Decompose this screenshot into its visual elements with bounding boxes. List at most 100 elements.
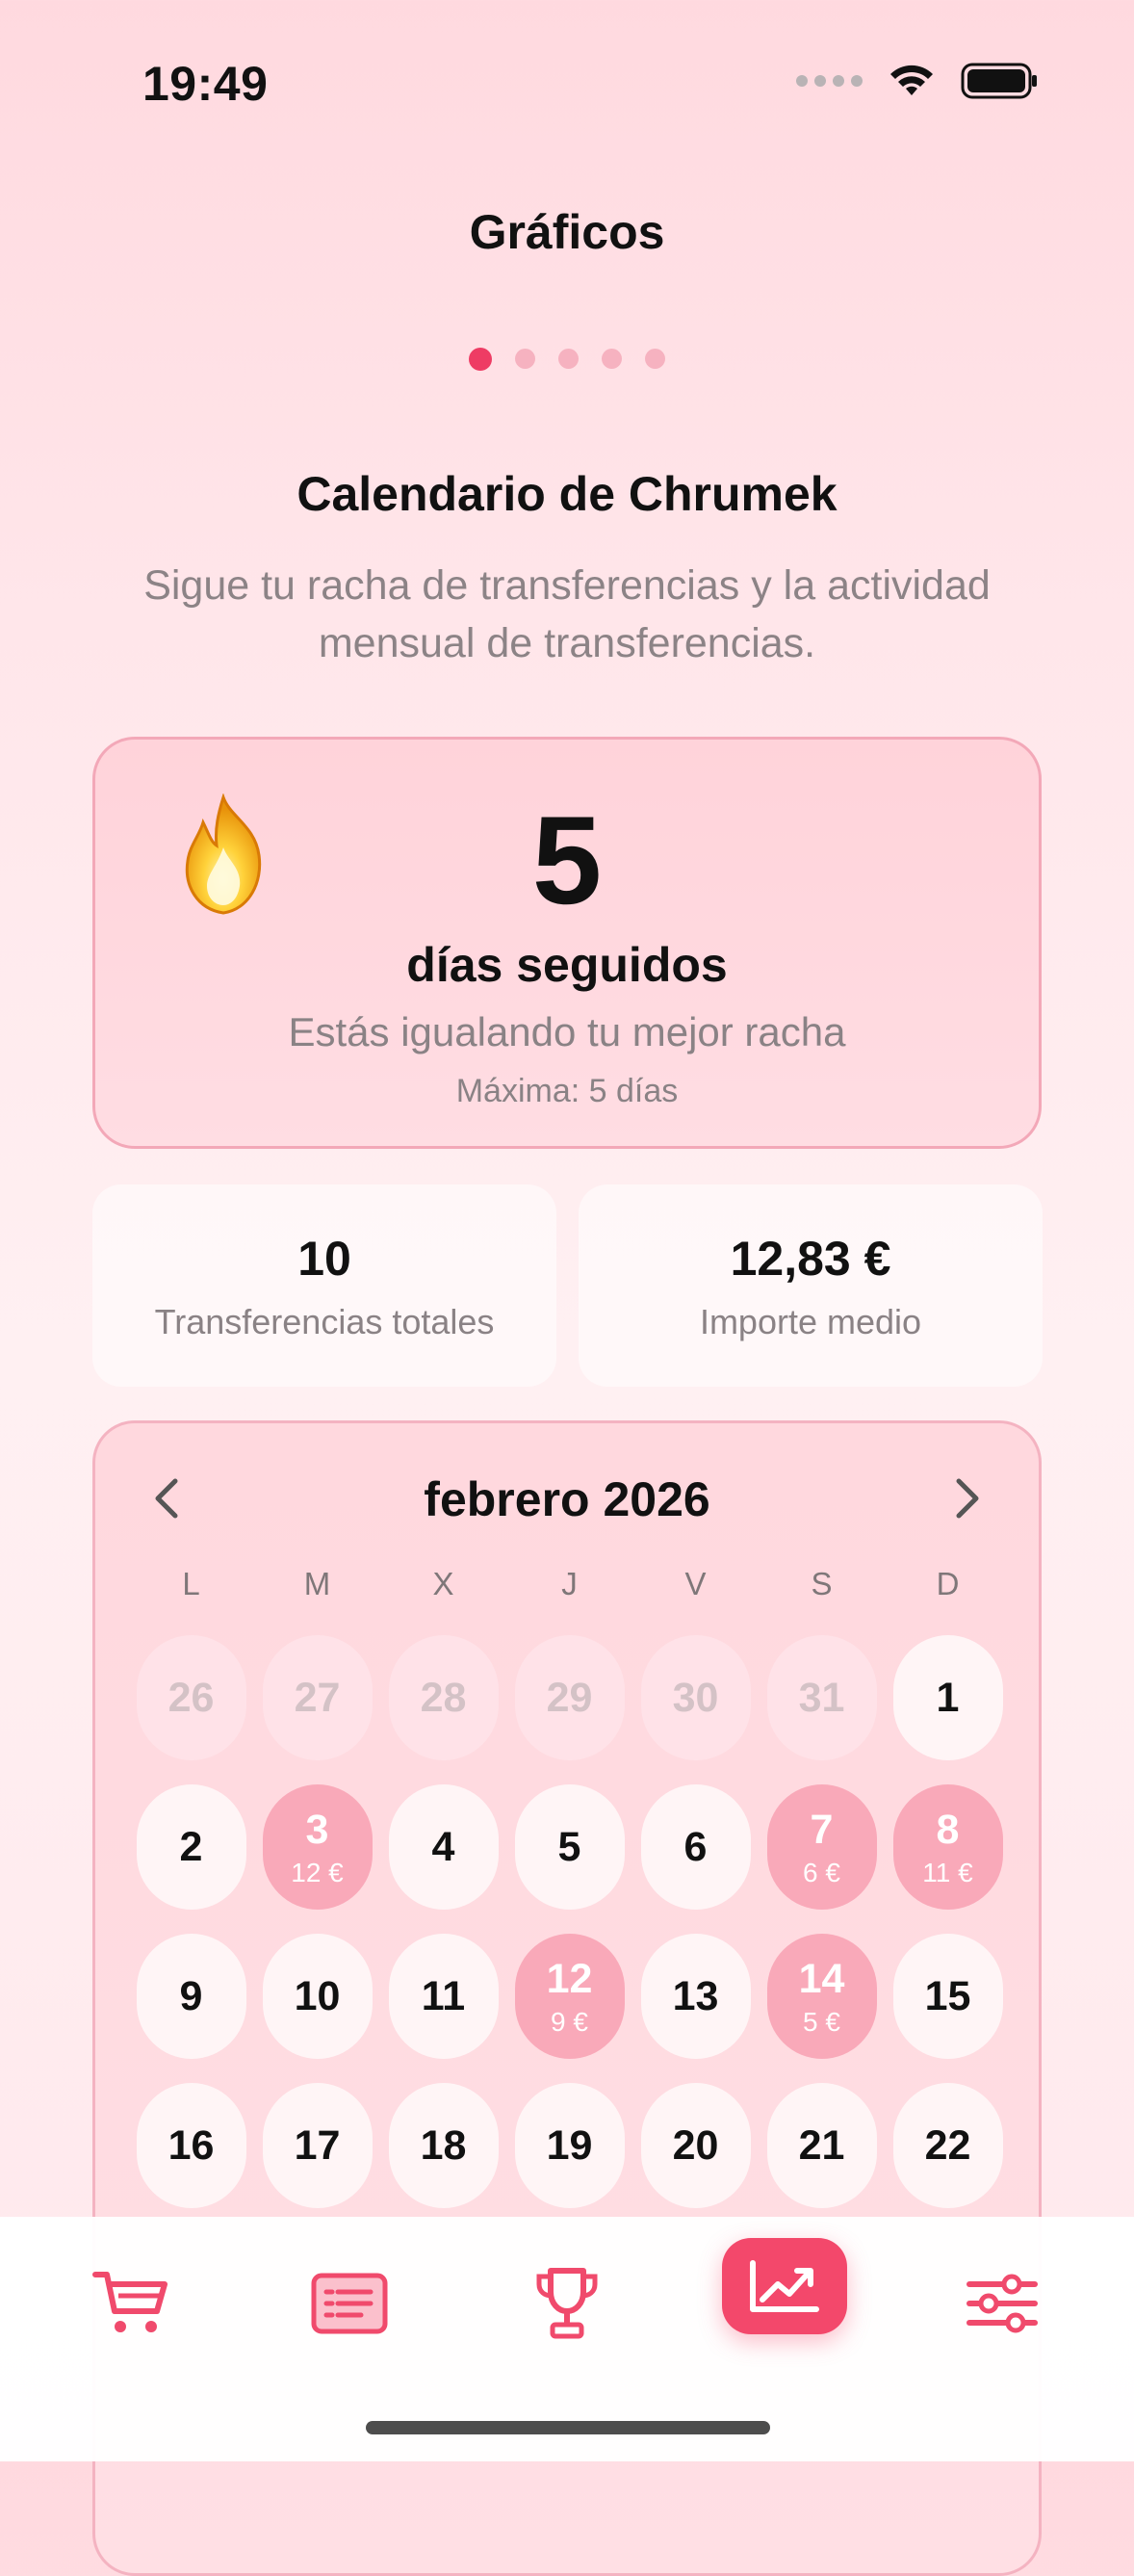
calendar-cell: 14 5 € — [759, 1934, 885, 2083]
section-description: Sigue tu racha de transferencias y la ac… — [143, 562, 991, 666]
calendar-cell: 31 — [759, 1635, 885, 1784]
calendar-day[interactable]: 9 — [136, 1934, 246, 2059]
calendar-cell: 29 — [506, 1635, 632, 1784]
calendar-cell: 16 — [128, 2083, 254, 2232]
calendar-day-active[interactable]: 12 9 € — [514, 1934, 625, 2059]
calendar-day-outside[interactable]: 31 — [766, 1635, 877, 1760]
cellular-signal-icon — [796, 75, 863, 87]
streak-label: días seguidos — [406, 938, 728, 992]
calendar-day-number: 26 — [168, 1674, 215, 1721]
home-indicator[interactable] — [366, 2421, 770, 2434]
calendar-day[interactable]: 6 — [640, 1784, 751, 1910]
calendar-cell: 15 — [885, 1934, 1011, 2083]
stat-label: Importe medio — [699, 1302, 922, 1341]
next-month-button[interactable] — [939, 1470, 996, 1527]
calendar-day-number: 13 — [672, 1972, 719, 2019]
page-dot-1[interactable] — [469, 348, 492, 371]
tab-charts[interactable] — [722, 2238, 847, 2334]
calendar-day-number: 10 — [294, 1972, 341, 2019]
calendar-day[interactable]: 19 — [514, 2083, 625, 2208]
calendar-day[interactable]: 11 — [388, 1934, 499, 2059]
calendar-day-number: 27 — [294, 1674, 341, 1721]
weekday-label: M — [303, 1566, 331, 1601]
calendar-day-number: 21 — [798, 2121, 845, 2169]
calendar-month: febrero 2026 — [424, 1472, 710, 1526]
calendar-day-outside[interactable]: 30 — [640, 1635, 751, 1760]
calendar-day-number: 18 — [420, 2121, 467, 2169]
tab-list[interactable] — [287, 2246, 412, 2361]
calendar-day-number: 31 — [798, 1674, 845, 1721]
tab-cart[interactable] — [69, 2246, 194, 2361]
stat-average-amount: 12,83 € Importe medio — [579, 1184, 1043, 1387]
calendar-day-amount: 11 € — [922, 1857, 973, 1887]
calendar-cell: 19 — [506, 2083, 632, 2232]
calendar-day-number: 7 — [810, 1806, 834, 1853]
calendar-day[interactable]: 1 — [892, 1635, 1003, 1760]
calendar-day-number: 9 — [179, 1972, 203, 2019]
tab-settings[interactable] — [940, 2246, 1065, 2361]
calendar-day[interactable]: 22 — [892, 2083, 1003, 2208]
chevron-right-icon — [956, 1478, 979, 1519]
calendar-day[interactable]: 21 — [766, 2083, 877, 2208]
status-icons — [796, 62, 1038, 100]
calendar-day-active[interactable]: 3 12 € — [262, 1784, 373, 1910]
calendar-cell: 8 11 € — [885, 1784, 1011, 1934]
calendar-day-outside[interactable]: 27 — [262, 1635, 373, 1760]
calendar-week-row: 26 27 28 29 30 31 1 — [128, 1635, 1012, 1784]
calendar-day-number: 20 — [672, 2121, 719, 2169]
calendar-day[interactable]: 2 — [136, 1784, 246, 1910]
page-dot-3[interactable] — [558, 349, 579, 369]
calendar-day-number: 14 — [798, 1955, 845, 2002]
wifi-icon — [888, 63, 936, 99]
calendar-day-outside[interactable]: 26 — [136, 1635, 246, 1760]
calendar-day-number: 2 — [179, 1823, 203, 1870]
calendar-day[interactable]: 5 — [514, 1784, 625, 1910]
page-dot-2[interactable] — [515, 349, 535, 369]
page-dot-5[interactable] — [645, 349, 665, 369]
calendar-day-number: 19 — [546, 2121, 593, 2169]
calendar-day[interactable]: 10 — [262, 1934, 373, 2059]
calendar-day[interactable]: 17 — [262, 2083, 373, 2208]
calendar-day-outside[interactable]: 28 — [388, 1635, 499, 1760]
calendar-week-row: 2 3 12 €4 5 6 7 6 €8 11 € — [128, 1784, 1012, 1934]
calendar-day-number: 22 — [924, 2121, 971, 2169]
calendar-day[interactable]: 20 — [640, 2083, 751, 2208]
calendar-day[interactable]: 4 — [388, 1784, 499, 1910]
calendar-cell: 21 — [759, 2083, 885, 2232]
streak-max: Máxima: 5 días — [455, 1073, 679, 1109]
calendar-day-number: 29 — [546, 1674, 593, 1721]
status-time: 19:49 — [142, 57, 269, 111]
weekday-label: S — [811, 1566, 833, 1601]
cart-icon — [92, 2272, 168, 2332]
trophy-icon — [536, 2268, 598, 2339]
calendar-day[interactable]: 13 — [640, 1934, 751, 2059]
calendar-weekdays: L M X J V S D — [128, 1566, 1012, 1602]
calendar-cell: 4 — [380, 1784, 506, 1934]
calendar-day-number: 11 — [421, 1972, 466, 2019]
sliders-icon — [966, 2274, 1038, 2333]
calendar-day-active[interactable]: 8 11 € — [892, 1784, 1003, 1910]
page-indicator[interactable] — [0, 348, 1134, 371]
calendar-day-number: 6 — [683, 1823, 708, 1870]
calendar-day-amount: 5 € — [803, 2006, 840, 2037]
calendar-cell: 22 — [885, 2083, 1011, 2232]
calendar-day-active[interactable]: 14 5 € — [766, 1934, 877, 2059]
calendar-cell: 9 — [128, 1934, 254, 2083]
calendar-cell: 2 — [128, 1784, 254, 1934]
calendar-cell: 13 — [632, 1934, 759, 2083]
calendar-day[interactable]: 18 — [388, 2083, 499, 2208]
calendar-cell: 30 — [632, 1635, 759, 1784]
calendar-cell: 3 12 € — [254, 1784, 380, 1934]
calendar-day-number: 3 — [305, 1806, 329, 1853]
calendar-day-number: 1 — [936, 1674, 960, 1721]
calendar-day-active[interactable]: 76 € — [766, 1784, 877, 1910]
calendar-grid: 26 27 28 29 30 31 1 2 3 12 €4 5 6 7 6 €8 11 € 9 10 11 12 9 … — [128, 1635, 1012, 2232]
tab-trophy[interactable] — [504, 2246, 630, 2361]
calendar-day[interactable]: 16 — [136, 2083, 246, 2208]
page-dot-4[interactable] — [602, 349, 622, 369]
calendar-day[interactable]: 15 — [892, 1934, 1003, 2059]
calendar-cell: 26 — [128, 1635, 254, 1784]
calendar-day-outside[interactable]: 29 — [514, 1635, 625, 1760]
calendar-day-number: 17 — [294, 2121, 341, 2169]
stat-total-transfers: 10 Transferencias totales — [92, 1184, 556, 1387]
